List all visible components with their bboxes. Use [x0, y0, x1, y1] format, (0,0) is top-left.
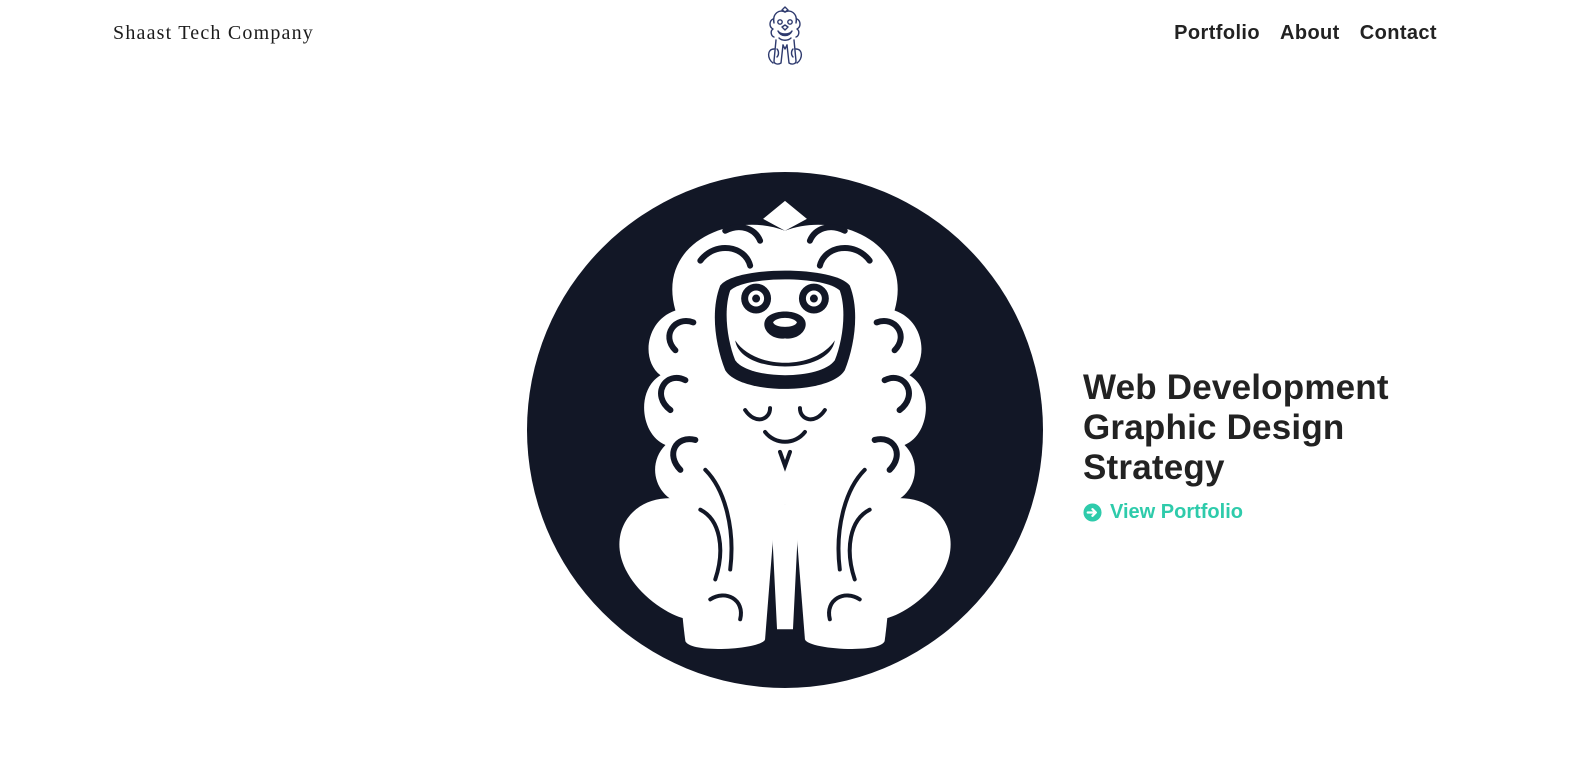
service-item: Strategy [1083, 448, 1225, 487]
nav-portfolio[interactable]: Portfolio [1174, 22, 1260, 45]
view-portfolio-link[interactable]: View Portfolio [1083, 501, 1389, 524]
guardian-lion-icon [526, 171, 1044, 689]
hero-text: Web Development Graphic Design Strategy … [1083, 368, 1389, 524]
arrow-circle-right-icon [1083, 503, 1102, 522]
guardian-lion-icon[interactable] [760, 5, 810, 67]
site-header: Shaast Tech Company Portfolio About Cont… [0, 0, 1583, 72]
nav-contact[interactable]: Contact [1360, 22, 1437, 45]
brand-name[interactable]: Shaast Tech Company [113, 22, 314, 45]
main-nav: Portfolio About Contact [1174, 22, 1437, 45]
view-portfolio-label: View Portfolio [1110, 501, 1243, 523]
service-item: Graphic Design [1083, 408, 1345, 447]
services-list: Web Development Graphic Design Strategy [1083, 368, 1389, 488]
service-item: Web Development [1083, 368, 1389, 407]
nav-about[interactable]: About [1280, 22, 1340, 45]
